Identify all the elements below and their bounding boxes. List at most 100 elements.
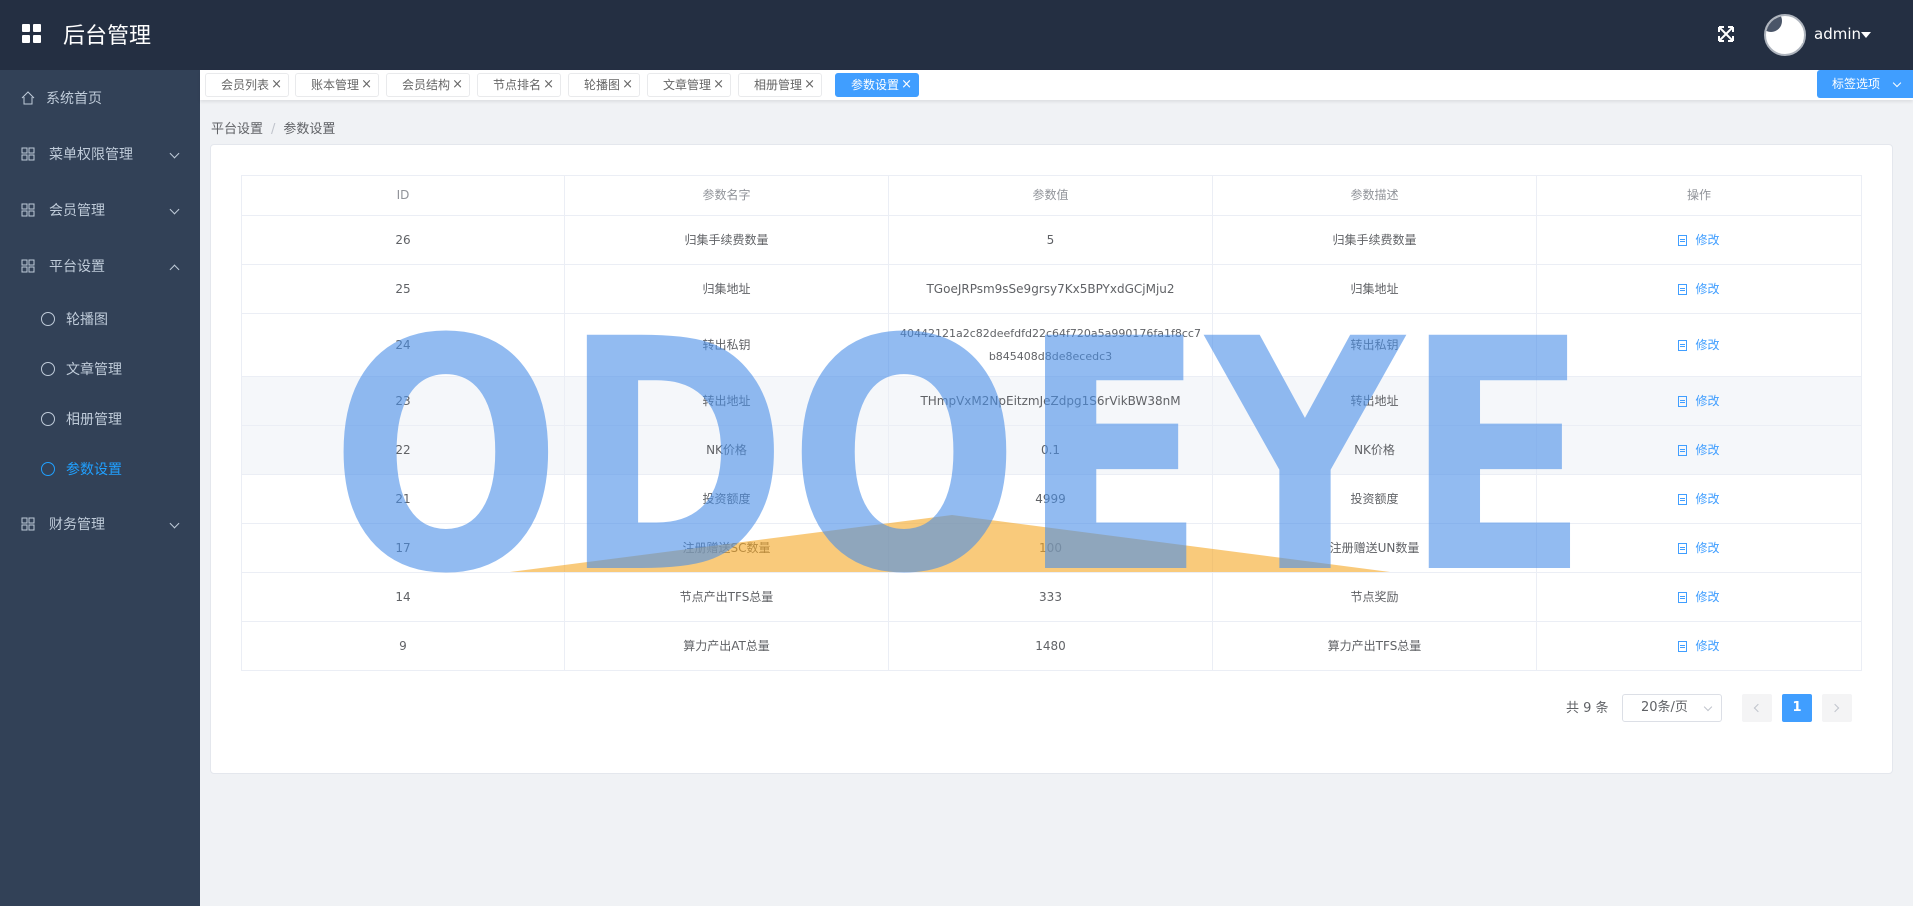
edit-label: 修改 [1695, 337, 1720, 352]
divider [1802, 29, 1803, 43]
close-icon[interactable]: × [543, 74, 554, 96]
sidebar-item-menu-permissions[interactable]: 菜单权限管理 [0, 126, 200, 182]
tab-articles[interactable]: 文章管理 × [647, 73, 731, 97]
cell-id: 22 [241, 426, 565, 474]
close-icon[interactable]: × [622, 74, 633, 96]
chevron-down-icon [1892, 78, 1902, 88]
sidebar-subitem-label: 参数设置 [66, 462, 122, 478]
edit-icon [1678, 542, 1688, 554]
sidebar-subitem-carousel[interactable]: 轮播图 [0, 294, 200, 344]
cell-action: 修改 [1537, 475, 1862, 523]
edit-button[interactable]: 修改 [1678, 439, 1720, 462]
sidebar-item-members[interactable]: 会员管理 [0, 182, 200, 238]
circle-icon [41, 362, 55, 376]
cell-name: 归集手续费数量 [565, 216, 889, 264]
cell-id: 14 [241, 573, 565, 621]
tab-member-list[interactable]: 会员列表 × [205, 73, 289, 97]
cell-desc: 转出地址 [1213, 377, 1537, 425]
edit-button[interactable]: 修改 [1678, 537, 1720, 560]
breadcrumb: 平台设置 / 参数设置 [211, 118, 335, 137]
close-icon[interactable]: × [271, 74, 282, 96]
column-header: 参数描述 [1213, 176, 1537, 215]
sidebar-item-platform-settings[interactable]: 平台设置 [0, 238, 200, 294]
avatar[interactable] [1764, 14, 1806, 56]
edit-label: 修改 [1695, 638, 1720, 653]
edit-label: 修改 [1695, 491, 1720, 506]
breadcrumb-item[interactable]: 平台设置 [211, 122, 263, 137]
cell-action: 修改 [1537, 524, 1862, 572]
chevron-left-icon [1753, 703, 1763, 713]
chevron-down-icon [169, 518, 180, 529]
edit-button[interactable]: 修改 [1678, 390, 1720, 413]
cell-value: 40442121a2c82deefdfd22c64f720a5a990176fa… [889, 314, 1213, 376]
tab-options-button[interactable]: 标签选项 [1817, 70, 1913, 98]
table-row: 25 归集地址 TGoeJRPsm9sSe9grsy7Kx5BPYxdGCjMj… [241, 265, 1862, 314]
cell-value: 100 [889, 524, 1213, 572]
tab-label: 相册管理 [754, 78, 803, 92]
edit-button[interactable]: 修改 [1678, 488, 1720, 511]
cell-action: 修改 [1537, 314, 1862, 376]
edit-button[interactable]: 修改 [1678, 229, 1720, 252]
grid-icon [21, 259, 35, 273]
sidebar-subitem-label: 文章管理 [66, 362, 122, 378]
prev-page-button[interactable] [1742, 694, 1772, 722]
cell-value: 1480 [889, 622, 1213, 670]
cell-name: 节点产出TFS总量 [565, 573, 889, 621]
fullscreen-icon[interactable] [1716, 24, 1736, 44]
circle-icon [41, 412, 55, 426]
cell-action: 修改 [1537, 216, 1862, 264]
close-icon[interactable]: × [361, 74, 372, 96]
chevron-down-icon [169, 204, 180, 215]
edit-button[interactable]: 修改 [1678, 334, 1720, 357]
next-page-button[interactable] [1822, 694, 1852, 722]
cell-id: 21 [241, 475, 565, 523]
cell-desc: 注册赠送UN数量 [1213, 524, 1537, 572]
sidebar-subitem-albums[interactable]: 相册管理 [0, 394, 200, 444]
home-icon [21, 91, 35, 105]
edit-label: 修改 [1695, 232, 1720, 247]
chevron-down-icon [1703, 702, 1713, 712]
sidebar-item-label: 会员管理 [49, 203, 105, 219]
edit-button[interactable]: 修改 [1678, 278, 1720, 301]
sidebar-subitem-parameters[interactable]: 参数设置 [0, 444, 200, 494]
table-header-row: ID 参数名字 参数值 参数描述 操作 [241, 175, 1862, 216]
edit-icon [1678, 395, 1688, 407]
edit-icon [1678, 444, 1688, 456]
grid-icon [21, 517, 35, 531]
tab-member-structure[interactable]: 会员结构 × [386, 73, 470, 97]
page-number-current[interactable]: 1 [1782, 694, 1812, 722]
close-icon[interactable]: × [452, 74, 463, 96]
chevron-down-icon [169, 148, 180, 159]
close-icon[interactable]: × [713, 74, 724, 96]
cell-action: 修改 [1537, 622, 1862, 670]
pagination-total: 共 9 条 [1566, 701, 1609, 716]
sidebar-item-finance[interactable]: 财务管理 [0, 496, 200, 552]
tabs-bar: 会员列表 × 账本管理 × 会员结构 × 节点排名 × 轮播图 × 文章管理 × 相册管理 ×… [200, 70, 1913, 100]
tab-carousel[interactable]: 轮播图 × [568, 73, 640, 97]
tab-parameters[interactable]: 参数设置 × [835, 73, 919, 97]
edit-button[interactable]: 修改 [1678, 586, 1720, 609]
sidebar-subitem-articles[interactable]: 文章管理 [0, 344, 200, 394]
cell-value: 0.1 [889, 426, 1213, 474]
edit-icon [1678, 640, 1688, 652]
close-icon[interactable]: × [804, 74, 815, 96]
table-row: 17 注册赠送SC数量 100 注册赠送UN数量 修改 [241, 524, 1862, 573]
tab-label: 会员结构 [402, 78, 451, 92]
tab-node-ranking[interactable]: 节点排名 × [477, 73, 561, 97]
menu-grid-icon[interactable] [22, 24, 42, 44]
close-icon[interactable]: × [901, 74, 912, 96]
edit-label: 修改 [1695, 442, 1720, 457]
cell-desc: 转出私钥 [1213, 314, 1537, 376]
edit-button[interactable]: 修改 [1678, 635, 1720, 658]
edit-icon [1678, 339, 1688, 351]
breadcrumb-item: 参数设置 [283, 122, 336, 137]
user-dropdown-icon[interactable] [1861, 32, 1871, 38]
tab-ledger[interactable]: 账本管理 × [295, 73, 379, 97]
page-size-select[interactable]: 20条/页 [1622, 694, 1722, 722]
chevron-right-icon [1830, 703, 1840, 713]
tab-albums[interactable]: 相册管理 × [738, 73, 822, 97]
table-row: 24 转出私钥 40442121a2c82deefdfd22c64f720a5a… [241, 314, 1862, 377]
cell-desc: 投资额度 [1213, 475, 1537, 523]
sidebar-item-home[interactable]: 系统首页 [0, 70, 200, 126]
username[interactable]: admin [1814, 25, 1861, 43]
